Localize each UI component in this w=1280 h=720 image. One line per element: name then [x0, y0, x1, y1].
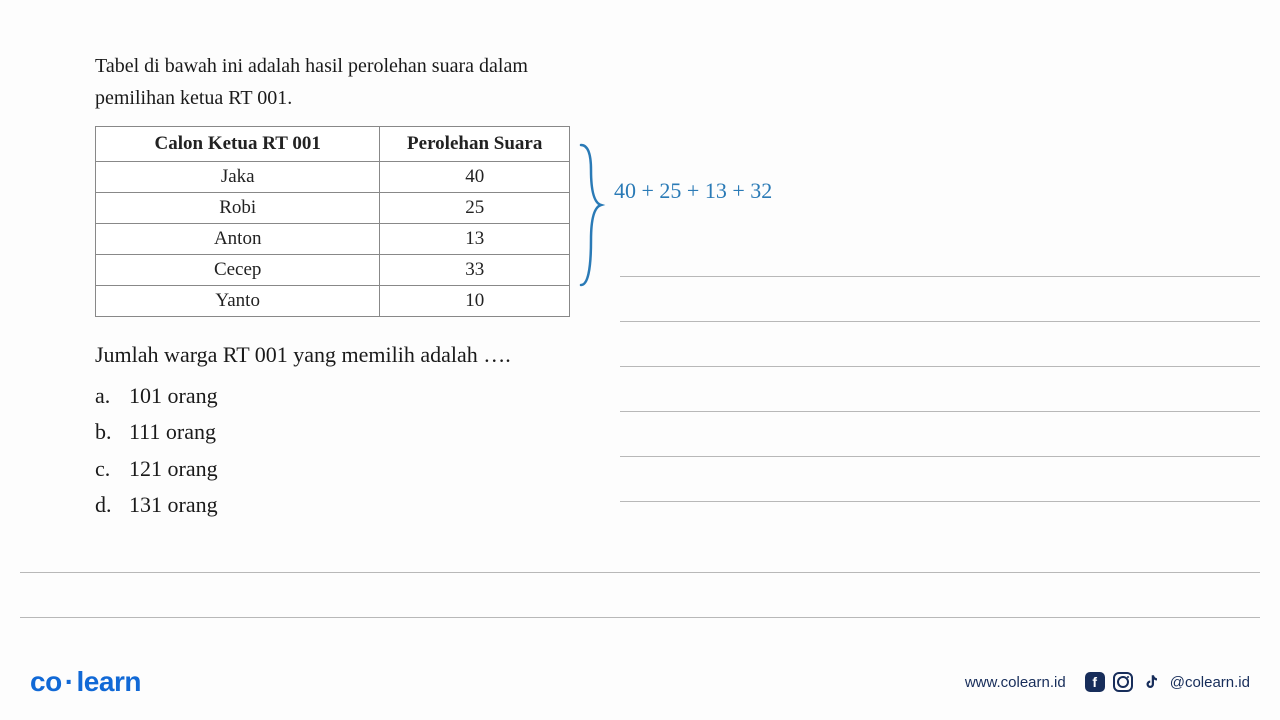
option-text: 101 orang	[129, 378, 218, 414]
candidate-name: Robi	[96, 193, 380, 224]
logo-dot: ·	[62, 666, 77, 697]
logo-co: co	[30, 666, 62, 697]
ruled-line	[620, 367, 1260, 412]
vote-table: Calon Ketua RT 001 Perolehan Suara Jaka …	[95, 126, 570, 317]
option-letter: c.	[95, 451, 129, 487]
intro-text: Tabel di bawah ini adalah hasil peroleha…	[95, 50, 1195, 114]
candidate-votes: 25	[380, 193, 570, 224]
table-row: Anton 13	[96, 224, 570, 255]
page-rule	[20, 617, 1260, 618]
ruled-line	[620, 277, 1260, 322]
option-text: 131 orang	[129, 487, 218, 523]
header-votes: Perolehan Suara	[380, 127, 570, 162]
table-row: Cecep 33	[96, 255, 570, 286]
candidate-name: Jaka	[96, 162, 380, 193]
option-letter: d.	[95, 487, 129, 523]
ruled-lines-area	[620, 232, 1260, 502]
page-rule	[20, 572, 1260, 573]
footer: co·learn www.colearn.id f @colearn.id	[0, 666, 1280, 698]
candidate-votes: 13	[380, 224, 570, 255]
logo: co·learn	[30, 666, 141, 698]
logo-learn: learn	[77, 666, 141, 697]
candidate-name: Anton	[96, 224, 380, 255]
curly-bracket-icon	[573, 140, 613, 295]
ruled-line	[620, 412, 1260, 457]
intro-line-1: Tabel di bawah ini adalah hasil peroleha…	[95, 55, 528, 77]
intro-line-2: pemilihan ketua RT 001.	[95, 87, 292, 109]
table-row: Jaka 40	[96, 162, 570, 193]
social-handle: @colearn.id	[1170, 674, 1250, 691]
option-text: 121 orang	[129, 451, 218, 487]
facebook-icon: f	[1084, 671, 1106, 693]
candidate-votes: 10	[380, 286, 570, 317]
table-header-row: Calon Ketua RT 001 Perolehan Suara	[96, 127, 570, 162]
ruled-line	[620, 322, 1260, 367]
instagram-icon	[1112, 671, 1134, 693]
header-candidate: Calon Ketua RT 001	[96, 127, 380, 162]
candidate-votes: 40	[380, 162, 570, 193]
candidate-name: Cecep	[96, 255, 380, 286]
table-row: Robi 25	[96, 193, 570, 224]
option-letter: a.	[95, 378, 129, 414]
website-url: www.colearn.id	[965, 674, 1066, 691]
ruled-line	[620, 232, 1260, 277]
candidate-votes: 33	[380, 255, 570, 286]
candidate-name: Yanto	[96, 286, 380, 317]
handwritten-annotation: 40 + 25 + 13 + 32	[614, 178, 772, 204]
option-text: 111 orang	[129, 414, 216, 450]
ruled-line	[620, 457, 1260, 502]
social-icons: f @colearn.id	[1084, 671, 1250, 693]
footer-right: www.colearn.id f @colearn.id	[965, 671, 1250, 693]
table-row: Yanto 10	[96, 286, 570, 317]
option-letter: b.	[95, 414, 129, 450]
tiktok-icon	[1140, 671, 1162, 693]
